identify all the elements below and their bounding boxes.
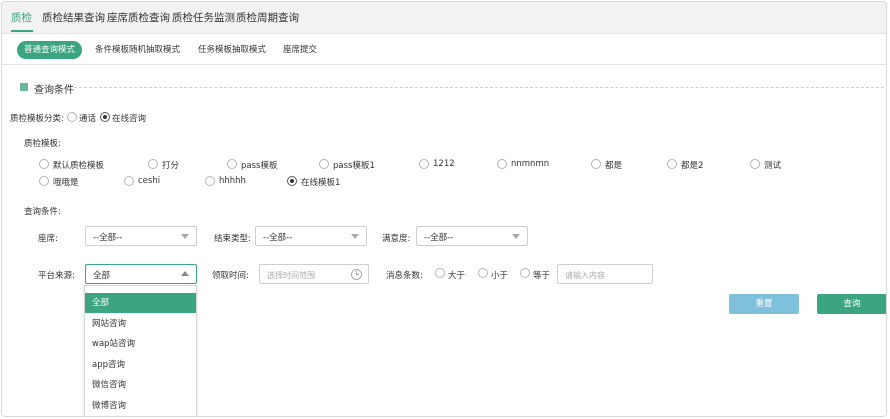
category-label: 质检模板分类: — [10, 114, 64, 124]
template-option[interactable]: pass模板 — [241, 159, 277, 171]
tab-random-template[interactable]: 条件模板随机抽取模式 — [95, 41, 180, 59]
template-option[interactable]: 1212 — [433, 159, 455, 169]
seat-label: 座席: — [38, 234, 58, 244]
msg-count-label: 消息条数: — [386, 271, 423, 281]
template-option[interactable]: 默认质检模板 — [53, 159, 104, 171]
end-type-label: 结束类型: — [214, 234, 251, 244]
msg-count-option-lt[interactable]: 小于 — [491, 269, 508, 281]
tab-normal-query[interactable]: 普通查询模式 — [17, 41, 83, 59]
template-option[interactable]: 测试 — [764, 159, 781, 171]
category-option-online[interactable]: 在线咨询 — [112, 112, 146, 124]
seat-select[interactable]: --全部-- — [85, 226, 197, 246]
template-radio[interactable] — [39, 159, 49, 169]
nav-item-qc[interactable]: 质检 — [11, 10, 32, 25]
category-radio-call[interactable] — [67, 112, 77, 122]
msg-count-radio-lt[interactable] — [478, 268, 488, 278]
msg-count-option-gt[interactable]: 大于 — [448, 269, 465, 281]
mode-tabs: 普通查询模式 条件模板随机抽取模式 任务模板抽取模式 座席提交 — [2, 35, 886, 65]
satisfaction-select[interactable]: --全部-- — [416, 226, 528, 246]
msg-count-radio-gt[interactable] — [435, 268, 445, 278]
template-option[interactable]: 打分 — [162, 159, 179, 171]
platform-option[interactable]: 微信咨询 — [85, 375, 196, 395]
template-radio[interactable] — [750, 159, 760, 169]
template-radio[interactable] — [124, 176, 134, 186]
tab-seat-submit[interactable]: 座席提交 — [283, 41, 317, 59]
platform-option[interactable]: 网站咨询 — [85, 314, 196, 334]
template-option[interactable]: 都是 — [605, 159, 622, 171]
template-option[interactable]: ceshi — [138, 176, 160, 186]
clock-icon[interactable] — [351, 269, 362, 280]
template-radio-selected[interactable] — [287, 176, 297, 186]
template-radio[interactable] — [148, 159, 158, 169]
nav-item-qc-results[interactable]: 质检结果查询 — [42, 10, 105, 25]
platform-dropdown: 全部 网站咨询 wap站咨询 app咨询 微信咨询 微博咨询 — [84, 285, 197, 416]
category-radio-online[interactable] — [100, 112, 110, 122]
seat-select-value: --全部-- — [93, 233, 123, 243]
templates-label: 质检模板: — [24, 139, 61, 149]
receive-time-input[interactable]: 选择时间范围 — [259, 264, 369, 284]
platform-label: 平台来源: — [38, 271, 75, 281]
platform-option-selected[interactable]: 全部 — [85, 293, 196, 313]
template-radio[interactable] — [419, 159, 429, 169]
tab-task-template[interactable]: 任务模板抽取模式 — [198, 41, 266, 59]
template-option[interactable]: nnmnmn — [511, 159, 549, 169]
platform-option[interactable]: app咨询 — [85, 355, 196, 375]
platform-option[interactable]: 微博咨询 — [85, 396, 196, 416]
satisfaction-label: 满意度: — [382, 234, 411, 244]
template-radio[interactable] — [319, 159, 329, 169]
platform-select[interactable]: 全部 — [85, 264, 197, 284]
nav-active-indicator — [11, 30, 33, 32]
template-option[interactable]: 都是2 — [681, 159, 703, 171]
template-radio[interactable] — [39, 176, 49, 186]
category-option-call[interactable]: 通话 — [79, 112, 96, 124]
receive-time-label: 领取时间: — [212, 271, 249, 281]
nav-item-seat-qc[interactable]: 座席质检查询 — [107, 10, 170, 25]
conditions-label: 查询条件: — [24, 207, 61, 217]
app-window: 质检 质检结果查询 座席质检查询 质检任务监测 质检周期查询 普通查询模式 条件… — [1, 1, 887, 417]
top-nav: 质检 质检结果查询 座席质检查询 质检任务监测 质检周期查询 — [2, 2, 886, 34]
nav-item-qc-cycle[interactable]: 质检周期查询 — [236, 10, 299, 25]
msg-count-placeholder: 请输入内容 — [565, 271, 605, 280]
msg-count-input[interactable]: 请输入内容 — [557, 264, 653, 284]
template-radio[interactable] — [227, 159, 237, 169]
template-radio[interactable] — [591, 159, 601, 169]
template-option[interactable]: hhhhh — [219, 176, 246, 186]
template-option-selected[interactable]: 在线模板1 — [301, 176, 340, 188]
section-title: 查询条件 — [34, 85, 74, 96]
msg-count-radio-eq[interactable] — [520, 268, 530, 278]
satisfaction-select-value: --全部-- — [424, 233, 454, 243]
chevron-down-icon — [351, 234, 359, 239]
reset-button[interactable]: 重置 — [729, 294, 799, 314]
chevron-up-icon — [181, 271, 189, 276]
template-radio[interactable] — [497, 159, 507, 169]
platform-select-value: 全部 — [93, 271, 111, 281]
template-option[interactable]: pass模板1 — [333, 159, 375, 171]
end-type-select-value: --全部-- — [263, 233, 293, 243]
template-radio[interactable] — [205, 176, 215, 186]
square-bullet-icon — [20, 83, 28, 91]
platform-option[interactable]: wap站咨询 — [85, 334, 196, 354]
chevron-down-icon — [512, 234, 520, 239]
section-divider — [74, 87, 884, 88]
chevron-down-icon — [181, 234, 189, 239]
template-option[interactable]: 哦哦是 — [53, 176, 79, 188]
receive-time-placeholder: 选择时间范围 — [267, 271, 315, 280]
msg-count-option-eq[interactable]: 等于 — [533, 269, 550, 281]
template-radio[interactable] — [667, 159, 677, 169]
nav-item-qc-task-monitor[interactable]: 质检任务监测 — [172, 10, 235, 25]
search-button[interactable]: 查询 — [817, 294, 886, 314]
end-type-select[interactable]: --全部-- — [255, 226, 367, 246]
